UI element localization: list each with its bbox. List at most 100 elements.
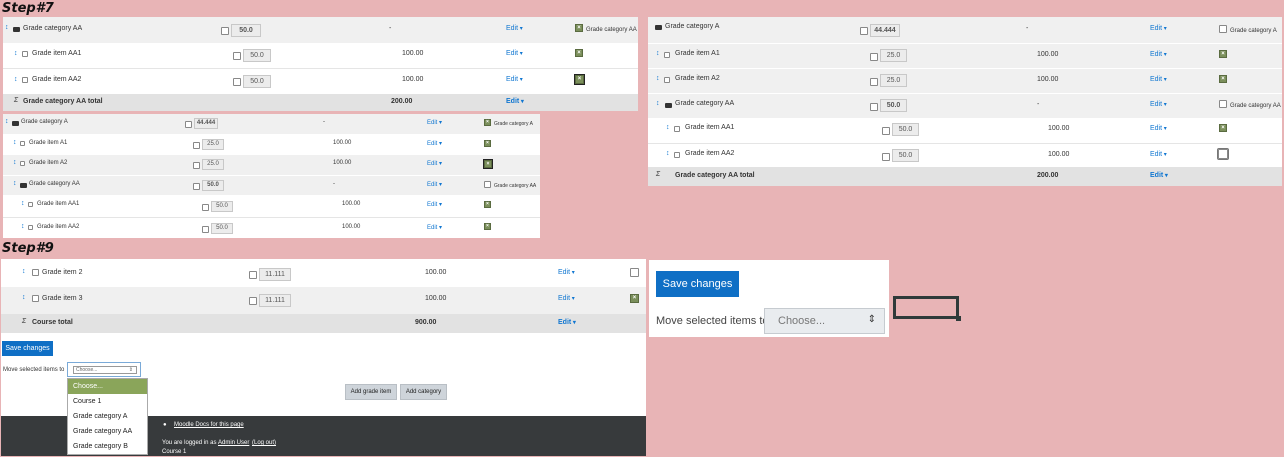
logout-link[interactable]: (Log out) — [252, 440, 276, 446]
row-checkbox[interactable] — [1217, 148, 1229, 160]
row-checkbox[interactable] — [860, 27, 868, 35]
row-checkbox[interactable] — [870, 103, 878, 111]
move-icon[interactable]: ↕ — [656, 100, 660, 107]
hidden-x-icon[interactable]: × — [1219, 124, 1227, 132]
weight-input[interactable]: 50.0 — [211, 201, 233, 212]
hidden-x-icon[interactable]: × — [484, 223, 491, 230]
row-checkbox[interactable] — [630, 268, 639, 277]
hidden-x-icon[interactable]: × — [1219, 50, 1227, 58]
move-icon[interactable]: ↕ — [5, 24, 9, 31]
weight-input[interactable]: 50.0 — [892, 123, 919, 136]
hidden-x-icon[interactable]: × — [575, 24, 583, 32]
weight-input[interactable]: 25.0 — [202, 159, 224, 170]
moodle-docs-link[interactable]: Moodle Docs for this page — [174, 422, 244, 428]
edit-menu[interactable]: Edit — [427, 140, 442, 147]
move-icon[interactable]: ↕ — [21, 223, 25, 230]
dropdown-option[interactable]: Choose... — [68, 379, 147, 394]
edit-menu[interactable]: Edit — [1150, 25, 1167, 32]
row-checkbox[interactable] — [870, 53, 878, 61]
dropdown-option[interactable]: Course 1 — [68, 394, 147, 409]
weight-input[interactable]: 25.0 — [880, 49, 907, 62]
hidden-x-icon[interactable]: × — [483, 159, 493, 169]
add-category-button[interactable]: Add category — [400, 384, 447, 400]
move-icon[interactable]: ↕ — [21, 200, 25, 207]
move-icon[interactable]: ↕ — [13, 139, 17, 146]
weight-input[interactable]: 50.0 — [231, 24, 261, 37]
save-changes-button[interactable]: Save changes — [656, 271, 739, 297]
row-checkbox[interactable] — [484, 181, 491, 188]
row-checkbox[interactable] — [233, 52, 241, 60]
weight-input[interactable]: 50.0 — [880, 99, 907, 112]
weight-input[interactable]: 50.0 — [243, 75, 271, 88]
row-checkbox[interactable] — [193, 162, 200, 169]
move-icon[interactable]: ↕ — [666, 124, 670, 131]
edit-menu[interactable]: Edit — [427, 224, 442, 231]
weight-input[interactable]: 44.444 — [870, 24, 900, 37]
move-icon[interactable]: ↕ — [13, 159, 17, 166]
weight-input[interactable]: 44.444 — [194, 118, 218, 129]
row-checkbox[interactable] — [1219, 100, 1227, 108]
row-checkbox[interactable] — [193, 183, 200, 190]
edit-menu[interactable]: Edit — [506, 76, 523, 83]
edit-menu[interactable]: Edit — [506, 25, 523, 32]
edit-menu[interactable]: Edit — [1150, 125, 1167, 132]
move-icon[interactable]: ↕ — [656, 75, 660, 82]
move-icon[interactable]: ↕ — [14, 76, 18, 83]
edit-menu[interactable]: Edit — [558, 269, 575, 276]
hidden-x-icon[interactable]: × — [484, 119, 491, 126]
row-checkbox[interactable] — [882, 127, 890, 135]
row-checkbox[interactable] — [221, 27, 229, 35]
edit-menu[interactable]: Edit — [1150, 101, 1167, 108]
edit-menu[interactable]: Edit — [427, 181, 442, 188]
row-checkbox[interactable] — [202, 204, 209, 211]
row-checkbox[interactable] — [870, 78, 878, 86]
hidden-x-icon[interactable]: × — [630, 294, 639, 303]
weight-input[interactable]: 50.0 — [202, 180, 224, 191]
row-checkbox[interactable] — [1219, 25, 1227, 33]
weight-input[interactable]: 50.0 — [243, 49, 271, 62]
add-grade-item-button[interactable]: Add grade item — [345, 384, 397, 400]
move-icon[interactable]: ↕ — [14, 50, 18, 57]
weight-input[interactable]: 50.0 — [892, 149, 919, 162]
weight-input[interactable]: 25.0 — [880, 74, 907, 87]
hidden-x-icon[interactable]: × — [484, 201, 491, 208]
move-icon[interactable]: ↕ — [13, 180, 17, 187]
row-checkbox[interactable] — [249, 297, 257, 305]
row-checkbox[interactable] — [185, 121, 192, 128]
move-icon[interactable]: ↕ — [656, 50, 660, 57]
move-icon[interactable]: ↕ — [666, 150, 670, 157]
row-checkbox[interactable] — [233, 78, 241, 86]
row-checkbox[interactable] — [249, 271, 257, 279]
hidden-x-icon[interactable]: × — [1219, 75, 1227, 83]
edit-menu[interactable]: Edit — [558, 295, 575, 302]
edit-menu[interactable]: Edit — [427, 201, 442, 208]
edit-menu[interactable]: Edit — [427, 160, 442, 167]
edit-menu[interactable]: Edit — [506, 50, 523, 57]
row-checkbox[interactable] — [882, 153, 890, 161]
weight-input[interactable]: 11.111 — [259, 268, 291, 281]
move-icon[interactable]: ↕ — [5, 118, 9, 125]
save-changes-button[interactable]: Save changes — [2, 341, 53, 356]
hidden-x-icon[interactable]: × — [484, 140, 491, 147]
row-checkbox[interactable] — [202, 226, 209, 233]
weight-input[interactable]: 50.0 — [211, 223, 233, 234]
edit-menu[interactable]: Edit — [1150, 76, 1167, 83]
edit-menu[interactable]: Edit — [1150, 172, 1168, 179]
move-icon[interactable]: ↕ — [22, 294, 26, 301]
edit-menu[interactable]: Edit — [558, 319, 576, 326]
dropdown-option[interactable]: Grade category AA — [68, 424, 147, 439]
hidden-x-icon[interactable]: × — [575, 49, 583, 57]
move-icon[interactable]: ↕ — [22, 268, 26, 275]
edit-menu[interactable]: Edit — [506, 98, 524, 105]
move-target-select[interactable]: Choose... ⇕ — [764, 308, 885, 334]
row-checkbox[interactable] — [193, 142, 200, 149]
move-target-select[interactable]: Choose... ⇕ — [67, 362, 141, 377]
dropdown-option[interactable]: Grade category A — [68, 409, 147, 424]
weight-input[interactable]: 11.111 — [259, 294, 291, 307]
dropdown-option[interactable]: Grade category B — [68, 439, 147, 454]
weight-input[interactable]: 25.0 — [202, 139, 224, 150]
edit-menu[interactable]: Edit — [1150, 151, 1167, 158]
edit-menu[interactable]: Edit — [1150, 51, 1167, 58]
hidden-x-icon[interactable]: × — [574, 74, 585, 85]
user-link[interactable]: Admin User — [218, 440, 249, 446]
